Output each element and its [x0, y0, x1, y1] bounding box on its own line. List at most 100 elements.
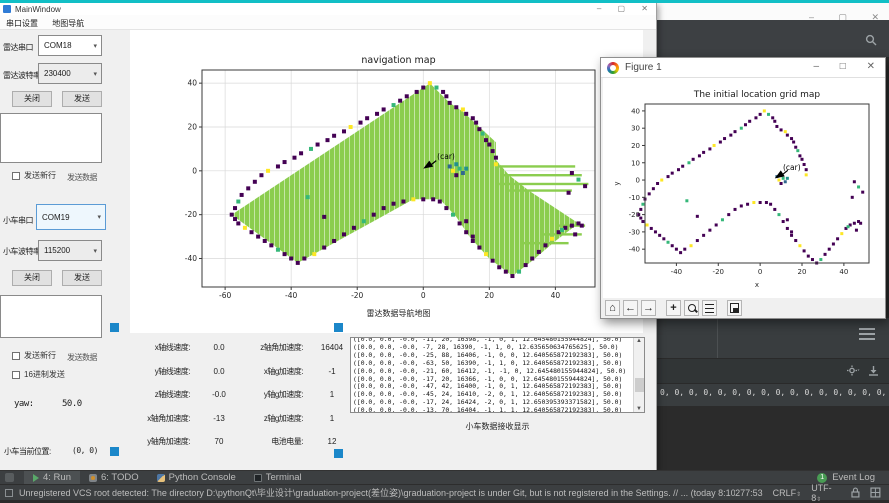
- telemetry-label: x轴角加速度:: [118, 413, 190, 424]
- log-caption: 小车数据接收显示: [350, 421, 645, 432]
- car-data-log[interactable]: ([0.0, 0.0, -0.0, -11, 20, 16398, -1, 0,…: [350, 337, 645, 413]
- telemetry-label: y轴角加速度:: [118, 436, 190, 447]
- svg-text:40: 40: [187, 79, 197, 88]
- svg-text:-40: -40: [285, 291, 297, 300]
- initial-grid-map-canvas: -40-2002040-40-30-20-10010203040The init…: [603, 78, 885, 298]
- pan-icon[interactable]: +: [666, 300, 681, 316]
- notification-badge: 1: [817, 473, 827, 483]
- tool-access-icon[interactable]: [5, 473, 14, 482]
- svg-text:x: x: [755, 281, 759, 289]
- svg-text:20: 20: [485, 291, 495, 300]
- menu-serial-settings[interactable]: 串口设置: [0, 15, 44, 29]
- subplots-config-icon[interactable]: [702, 300, 717, 316]
- scroll-up-icon[interactable]: ▲: [634, 338, 644, 344]
- car-newline-checkbox[interactable]: 发送新行: [12, 350, 56, 361]
- svg-text:20: 20: [798, 268, 807, 276]
- search-icon[interactable]: [865, 34, 877, 46]
- splitter-handle[interactable]: [334, 323, 343, 332]
- back-icon[interactable]: ←: [623, 300, 638, 316]
- import-icon[interactable]: [868, 365, 879, 376]
- scroll-down-icon[interactable]: ▼: [636, 406, 642, 412]
- console-output: 0, 0, 0, 0, 0, 0, 0, 0, 0, 0, 0, 0, 0, 0…: [660, 388, 889, 402]
- fig-maximize-button[interactable]: □: [840, 61, 846, 72]
- car-send-textbox[interactable]: [0, 295, 102, 338]
- figure1-titlebar: Figure 1 – □ ✕: [601, 58, 885, 78]
- car-send-button[interactable]: 发送: [62, 270, 102, 286]
- chevron-down-icon: ▾: [97, 213, 101, 221]
- telemetry-row: z轴g加速度:1: [235, 407, 361, 431]
- status-bar: Unregistered VCS root detected: The dire…: [0, 484, 889, 500]
- svg-text:-20: -20: [351, 291, 363, 300]
- svg-text:0: 0: [758, 268, 762, 276]
- svg-text:-20: -20: [713, 268, 724, 276]
- mw-close-button[interactable]: ✕: [641, 4, 648, 13]
- car-senddata-label: 发送数据: [67, 352, 97, 363]
- svg-text:0: 0: [421, 291, 426, 300]
- lock-icon[interactable]: [851, 487, 860, 498]
- telemetry-col1: x轴线速度:0.0y轴线速度:0.0z轴线速度:-0.0x轴角加速度:-13y轴…: [118, 336, 248, 454]
- splitter-handle[interactable]: [110, 447, 119, 456]
- tab-run[interactable]: 4: Run: [24, 471, 80, 485]
- python-console-icon: [157, 474, 165, 482]
- caret-position[interactable]: 277:53: [735, 488, 763, 498]
- gear-icon[interactable]: [847, 365, 860, 376]
- svg-text:-30: -30: [629, 228, 640, 236]
- splitter-handle[interactable]: [334, 449, 343, 458]
- terminal-icon: [254, 474, 262, 482]
- svg-text:-40: -40: [185, 254, 197, 263]
- fig-close-button[interactable]: ✕: [867, 61, 875, 72]
- line-separator[interactable]: CRLF: [773, 488, 797, 498]
- matplotlib-toolbar: ⌂ ← → +: [603, 298, 885, 318]
- radar-baud-combo[interactable]: 230400▾: [38, 63, 102, 84]
- svg-text:-60: -60: [219, 291, 231, 300]
- checkbox-icon: [12, 371, 20, 379]
- radar-close-button[interactable]: 关闭: [12, 91, 52, 107]
- log-scrollbar[interactable]: ▲ ▼: [633, 338, 644, 412]
- checkbox-icon: [12, 172, 20, 180]
- tab-python-console[interactable]: Python Console: [148, 471, 245, 485]
- telemetry-row: y轴g加速度:1: [235, 383, 361, 407]
- tab-terminal[interactable]: Terminal: [245, 471, 311, 485]
- splitter-handle[interactable]: [110, 323, 119, 332]
- forward-icon[interactable]: →: [641, 300, 656, 316]
- telemetry-row: x轴角加速度:-13: [118, 407, 248, 431]
- hex-send-checkbox[interactable]: 16进制发送: [12, 369, 65, 380]
- radar-port-combo[interactable]: COM18▾: [38, 35, 102, 56]
- home-icon[interactable]: ⌂: [605, 300, 620, 316]
- radar-port-label: 雷达串口: [3, 42, 33, 53]
- navigation-map-canvas: -60-40-2002040-40-2002040navigation map雷…: [130, 30, 643, 333]
- toolwindow-toggle-icon[interactable]: [5, 489, 13, 497]
- event-log-button[interactable]: 1 Event Log: [817, 472, 889, 483]
- yaw-value: 50.0: [62, 399, 82, 409]
- car-close-button[interactable]: 关闭: [12, 270, 52, 286]
- radar-send-textbox[interactable]: [0, 113, 102, 163]
- car-baud-combo[interactable]: 115200▾: [38, 240, 102, 261]
- tab-todo[interactable]: 6: TODO: [80, 471, 148, 485]
- radar-newline-checkbox[interactable]: 发送新行: [12, 170, 56, 181]
- fig-minimize-button[interactable]: –: [813, 61, 819, 72]
- ide-toolbar: [656, 20, 889, 57]
- mw-minimize-button[interactable]: –: [597, 4, 601, 13]
- car-port-combo[interactable]: COM19▾: [36, 204, 106, 230]
- mw-maximize-button[interactable]: ▢: [618, 4, 626, 13]
- telemetry-value: 12: [303, 437, 361, 446]
- scroll-thumb[interactable]: [635, 378, 644, 392]
- yaw-label: yaw:: [14, 399, 34, 409]
- indicator-icon[interactable]: [870, 487, 881, 498]
- telemetry-label: x轴g加速度:: [235, 366, 303, 377]
- radar-send-button[interactable]: 发送: [62, 91, 102, 107]
- todo-icon: [89, 474, 97, 482]
- telemetry-label: 电池电量:: [235, 436, 303, 447]
- svg-text:40: 40: [551, 291, 561, 300]
- save-icon[interactable]: [727, 300, 742, 316]
- telemetry-row: y轴角加速度:70: [118, 430, 248, 454]
- figure1-window: Figure 1 – □ ✕ -40-2002040-40-30-20-1001…: [600, 57, 886, 319]
- app-icon: [3, 5, 11, 13]
- menu-map-navigation[interactable]: 地图导航: [46, 15, 90, 29]
- car-position-label: 小车当前位置:: [4, 446, 51, 457]
- zoom-icon[interactable]: [684, 300, 699, 316]
- vcs-status-message[interactable]: Unregistered VCS root detected: The dire…: [19, 486, 735, 499]
- chevron-down-icon: ▾: [93, 247, 97, 255]
- hamburger-menu-icon[interactable]: [859, 328, 875, 343]
- svg-text:(car): (car): [783, 163, 801, 172]
